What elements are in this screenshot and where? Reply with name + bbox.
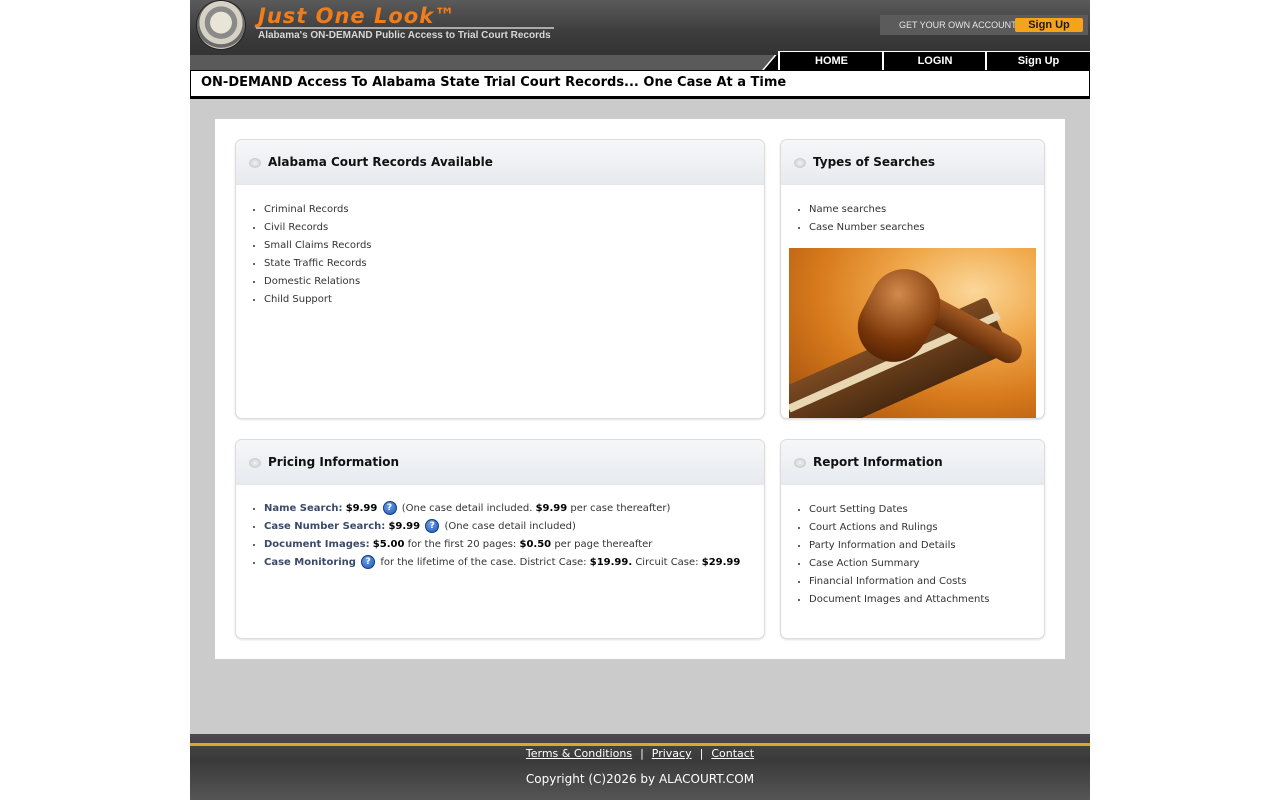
panel-header: Pricing Information xyxy=(236,440,764,485)
pricing-note: for the lifetime of the case. District C… xyxy=(380,557,587,568)
searches-list: Name searches Case Number searches xyxy=(791,201,925,237)
bullet-dot-icon xyxy=(794,458,806,468)
panel-title: Pricing Information xyxy=(268,455,399,469)
list-item: State Traffic Records xyxy=(264,255,372,273)
list-item: Name searches xyxy=(809,201,925,219)
list-item: Small Claims Records xyxy=(264,237,372,255)
nav-signup[interactable]: Sign Up xyxy=(985,51,1090,70)
nav-login[interactable]: LOGIN xyxy=(882,51,986,70)
page: Just One Look™ Alabama's ON-DEMAND Publi… xyxy=(190,0,1090,800)
brand-tagline: Alabama's ON-DEMAND Public Access to Tri… xyxy=(258,30,551,41)
privacy-link[interactable]: Privacy xyxy=(652,747,692,760)
contact-link[interactable]: Contact xyxy=(711,747,754,760)
pricing-case-monitoring: Case Monitoring ? for the lifetime of th… xyxy=(264,554,740,572)
pricing-note: for the first 20 pages: xyxy=(407,539,517,550)
price: $19.99. xyxy=(589,557,633,568)
header-signup-button[interactable]: Sign Up xyxy=(1015,18,1083,32)
panel-header: Alabama Court Records Available xyxy=(236,140,764,185)
nav-home[interactable]: HOME xyxy=(778,51,883,70)
list-item: Criminal Records xyxy=(264,201,372,219)
pricing-label: Name Search: xyxy=(264,503,343,514)
pricing-label: Document Images: xyxy=(264,539,370,550)
content-area: Alabama Court Records Available Criminal… xyxy=(215,119,1065,659)
pricing-note: per page thereafter xyxy=(554,539,653,550)
price: $9.99 xyxy=(345,503,378,514)
pricing-label: Case Monitoring xyxy=(264,557,356,568)
footer: Terms & Conditions | Privacy | Contact Copyr… xyxy=(190,734,1090,800)
pricing-list: Name Search: $9.99 ? (One case detail in… xyxy=(246,500,740,572)
account-box: GET YOUR OWN ACCOUNT Sign Up xyxy=(880,15,1088,35)
pricing-label: Case Number Search: xyxy=(264,521,386,532)
panel-header: Report Information xyxy=(781,440,1044,485)
report-list: Court Setting Dates Court Actions and Ru… xyxy=(791,501,990,609)
price: $9.99 xyxy=(535,503,568,514)
pricing-note: (One case detail included. xyxy=(401,503,533,514)
bullet-dot-icon xyxy=(249,158,261,168)
list-item: Financial Information and Costs xyxy=(809,573,990,591)
pricing-note: (One case detail included) xyxy=(444,521,576,532)
list-item: Court Setting Dates xyxy=(809,501,990,519)
list-item: Civil Records xyxy=(264,219,372,237)
link-separator: | xyxy=(699,747,704,760)
account-label: GET YOUR OWN ACCOUNT xyxy=(899,20,1017,30)
help-icon[interactable]: ? xyxy=(382,501,397,515)
bullet-dot-icon xyxy=(794,158,806,168)
court-seal-logo xyxy=(197,1,245,49)
list-item: Child Support xyxy=(264,291,372,309)
banner-text: ON-DEMAND Access To Alabama State Trial … xyxy=(201,75,787,90)
pricing-name-search: Name Search: $9.99 ? (One case detail in… xyxy=(264,500,740,518)
help-icon[interactable]: ? xyxy=(361,555,376,569)
brand-title: Just One Look™ xyxy=(258,4,457,28)
list-item: Case Number searches xyxy=(809,219,925,237)
records-list: Criminal Records Civil Records Small Cla… xyxy=(246,201,372,309)
header: Just One Look™ Alabama's ON-DEMAND Publi… xyxy=(190,0,1090,55)
pricing-note: per case thereafter) xyxy=(570,503,671,514)
help-icon[interactable]: ? xyxy=(425,519,440,533)
price: $9.99 xyxy=(388,521,421,532)
panel-title: Types of Searches xyxy=(813,155,936,169)
list-item: Document Images and Attachments xyxy=(809,591,990,609)
banner-bar: ON-DEMAND Access To Alabama State Trial … xyxy=(190,70,1090,99)
pricing-panel: Pricing Information Name Search: $9.99 ?… xyxy=(235,439,765,639)
list-item: Domestic Relations xyxy=(264,273,372,291)
list-item: Case Action Summary xyxy=(809,555,990,573)
pricing-document-images: Document Images: $5.00 for the first 20 … xyxy=(264,536,740,554)
footer-accent-line xyxy=(190,743,1090,746)
pricing-note: Circuit Case: xyxy=(635,557,699,568)
gavel-image xyxy=(789,248,1036,418)
panel-header: Types of Searches xyxy=(781,140,1044,185)
link-separator: | xyxy=(640,747,644,760)
list-item: Court Actions and Rulings xyxy=(809,519,990,537)
panel-title: Report Information xyxy=(813,455,943,469)
bullet-dot-icon xyxy=(249,458,261,468)
brand-divider xyxy=(256,27,554,29)
report-panel: Report Information Court Setting Dates C… xyxy=(780,439,1045,639)
list-item: Party Information and Details xyxy=(809,537,990,555)
records-panel: Alabama Court Records Available Criminal… xyxy=(235,139,765,419)
searches-panel: Types of Searches Name searches Case Num… xyxy=(780,139,1045,419)
terms-link[interactable]: Terms & Conditions xyxy=(526,747,632,760)
copyright-text: Copyright (C)2026 by ALACOURT.COM xyxy=(525,772,755,786)
pricing-case-search: Case Number Search: $9.99 ? (One case de… xyxy=(264,518,740,536)
price: $29.99 xyxy=(701,557,741,568)
footer-links: Terms & Conditions | Privacy | Contact xyxy=(190,747,1090,760)
price: $5.00 xyxy=(372,539,405,550)
price: $0.50 xyxy=(519,539,552,550)
panel-title: Alabama Court Records Available xyxy=(268,155,493,169)
